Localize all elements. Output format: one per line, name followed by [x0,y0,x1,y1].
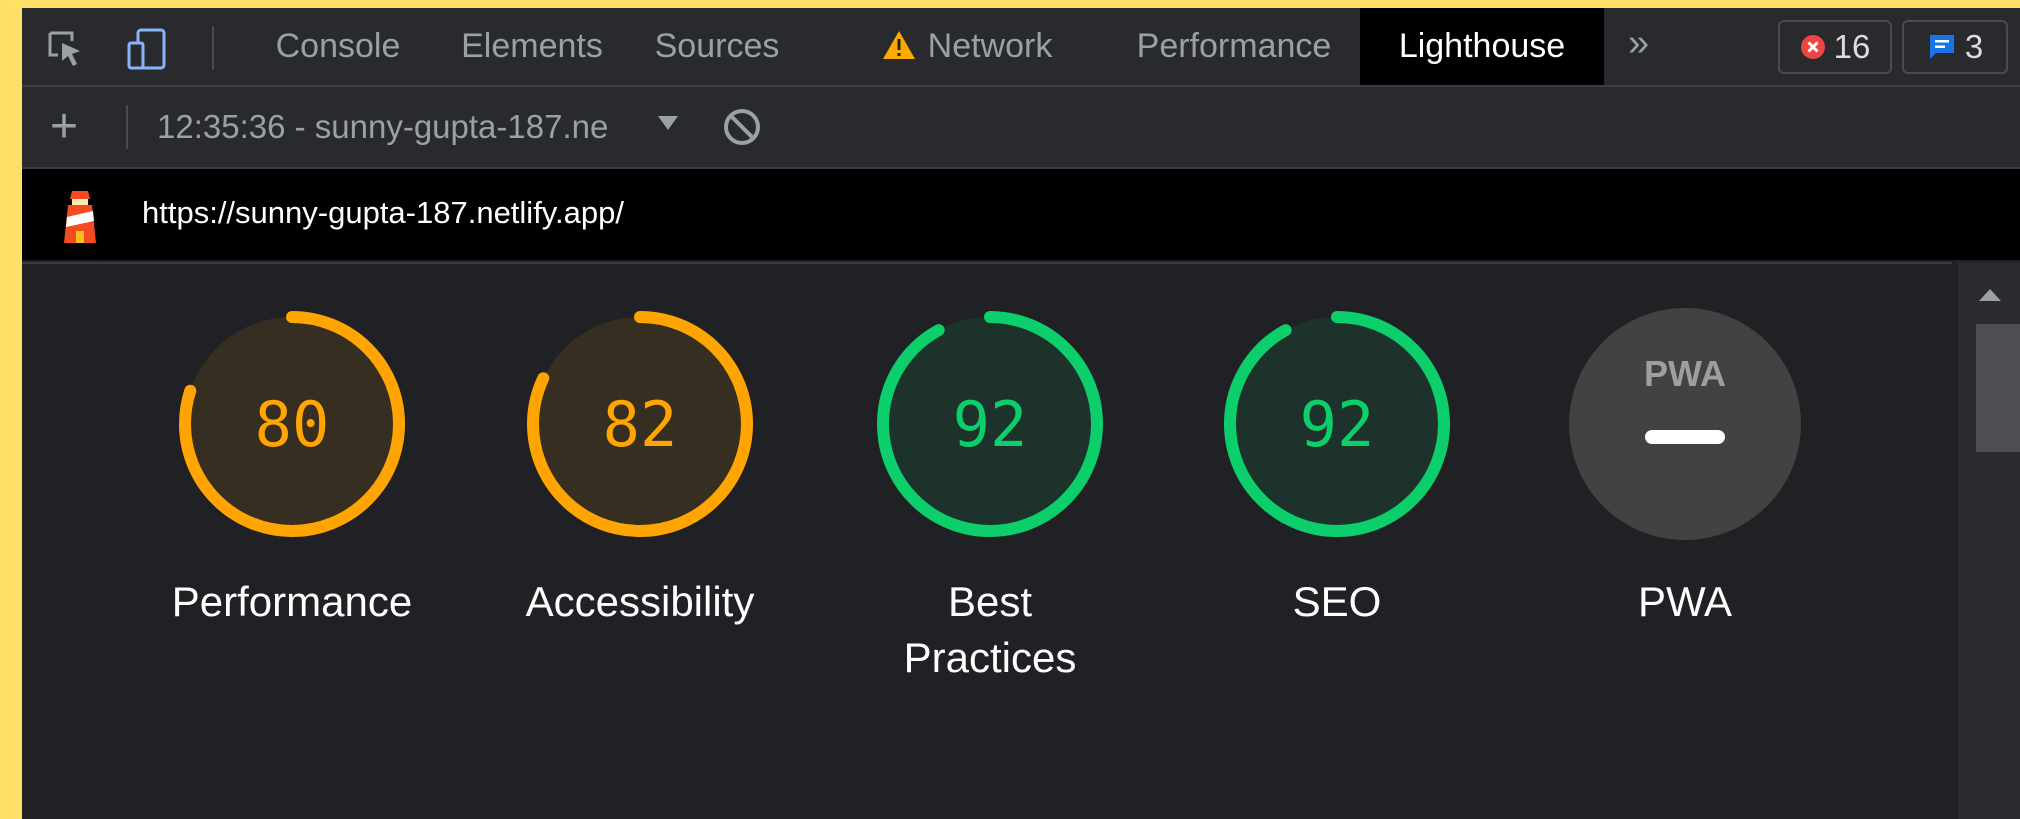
gauge-performance[interactable]: 80 Performance [162,304,422,630]
clear-reports-icon[interactable] [722,107,762,147]
report-url-bar: https://sunny-gupta-187.netlify.app/ [22,169,2020,260]
devtools-tabbar: Console Elements Sources Network Perform… [22,8,2020,87]
lighthouse-toolbar: + 12:35:36 - sunny-gupta-187.ne [22,87,2020,169]
tab-elements[interactable]: Elements [452,8,612,85]
gauge-ring: 92 [877,311,1103,537]
gauge-accessibility[interactable]: 82 Accessibility [510,304,770,630]
warning-icon [882,31,915,59]
devtools-window: Console Elements Sources Network Perform… [22,8,2020,819]
tab-performance[interactable]: Performance [1124,8,1344,85]
dropdown-arrow-icon[interactable] [657,115,679,131]
pwa-dash [1645,430,1725,444]
report-scrollbar[interactable] [1958,262,2020,819]
error-icon [1800,35,1825,59]
gauge-score: 92 [1300,388,1375,461]
gauge-ring: 80 [179,311,405,537]
error-count: 16 [1833,28,1871,65]
lighthouse-report: 80 Performance 82 Accessibility 92 Best Pract… [22,262,1952,819]
gauge-ring: 92 [1224,311,1450,537]
tab-console[interactable]: Console [258,8,418,85]
gauge-label: SEO [1292,578,1382,625]
report-url[interactable]: https://sunny-gupta-187.netlify.app/ [142,193,624,233]
report-selector[interactable]: 12:35:36 - sunny-gupta-187.ne [157,99,647,155]
scroll-up-arrow-icon[interactable] [1978,288,2002,302]
gauge-ring: 82 [527,311,753,537]
inspect-element-icon[interactable] [44,28,88,70]
message-icon [1929,35,1954,59]
lighthouse-logo-icon [64,191,96,243]
tab-lighthouse[interactable]: Lighthouse [1360,8,1604,85]
scrollbar-thumb[interactable] [1976,324,2020,452]
pwa-circle [1569,308,1801,540]
pwa-badge-text: PWA [1644,353,1726,394]
message-count: 3 [1964,28,1984,65]
tab-sources[interactable]: Sources [642,8,792,85]
gauge-label: Accessibility [525,578,755,625]
gauge-label: Best Practices [903,578,1077,681]
gauge-score: 82 [603,388,678,461]
tab-network-label: Network [927,27,1053,65]
gauge-score: 80 [255,388,330,461]
gauge-seo[interactable]: 92 SEO [1207,304,1467,630]
gauge-label: PWA [1637,578,1733,625]
errors-badge[interactable]: 16 [1778,20,1892,74]
gauge-score: 92 [953,388,1028,461]
more-tabs-chevron-icon[interactable]: » [1628,8,1649,85]
gauge-best-practices[interactable]: 92 Best Practices [860,304,1120,686]
toolbar-separator [126,105,128,149]
gauge-pwa[interactable]: PWA PWA [1555,304,1815,630]
pwa-badge-icon: PWA [1569,308,1801,540]
new-report-button[interactable]: + [50,99,78,155]
tab-network[interactable]: Network [862,8,1072,85]
tabbar-separator [212,26,214,70]
device-toolbar-icon[interactable] [126,28,170,70]
messages-badge[interactable]: 3 [1902,20,2008,74]
gauge-label: Performance [171,578,413,625]
